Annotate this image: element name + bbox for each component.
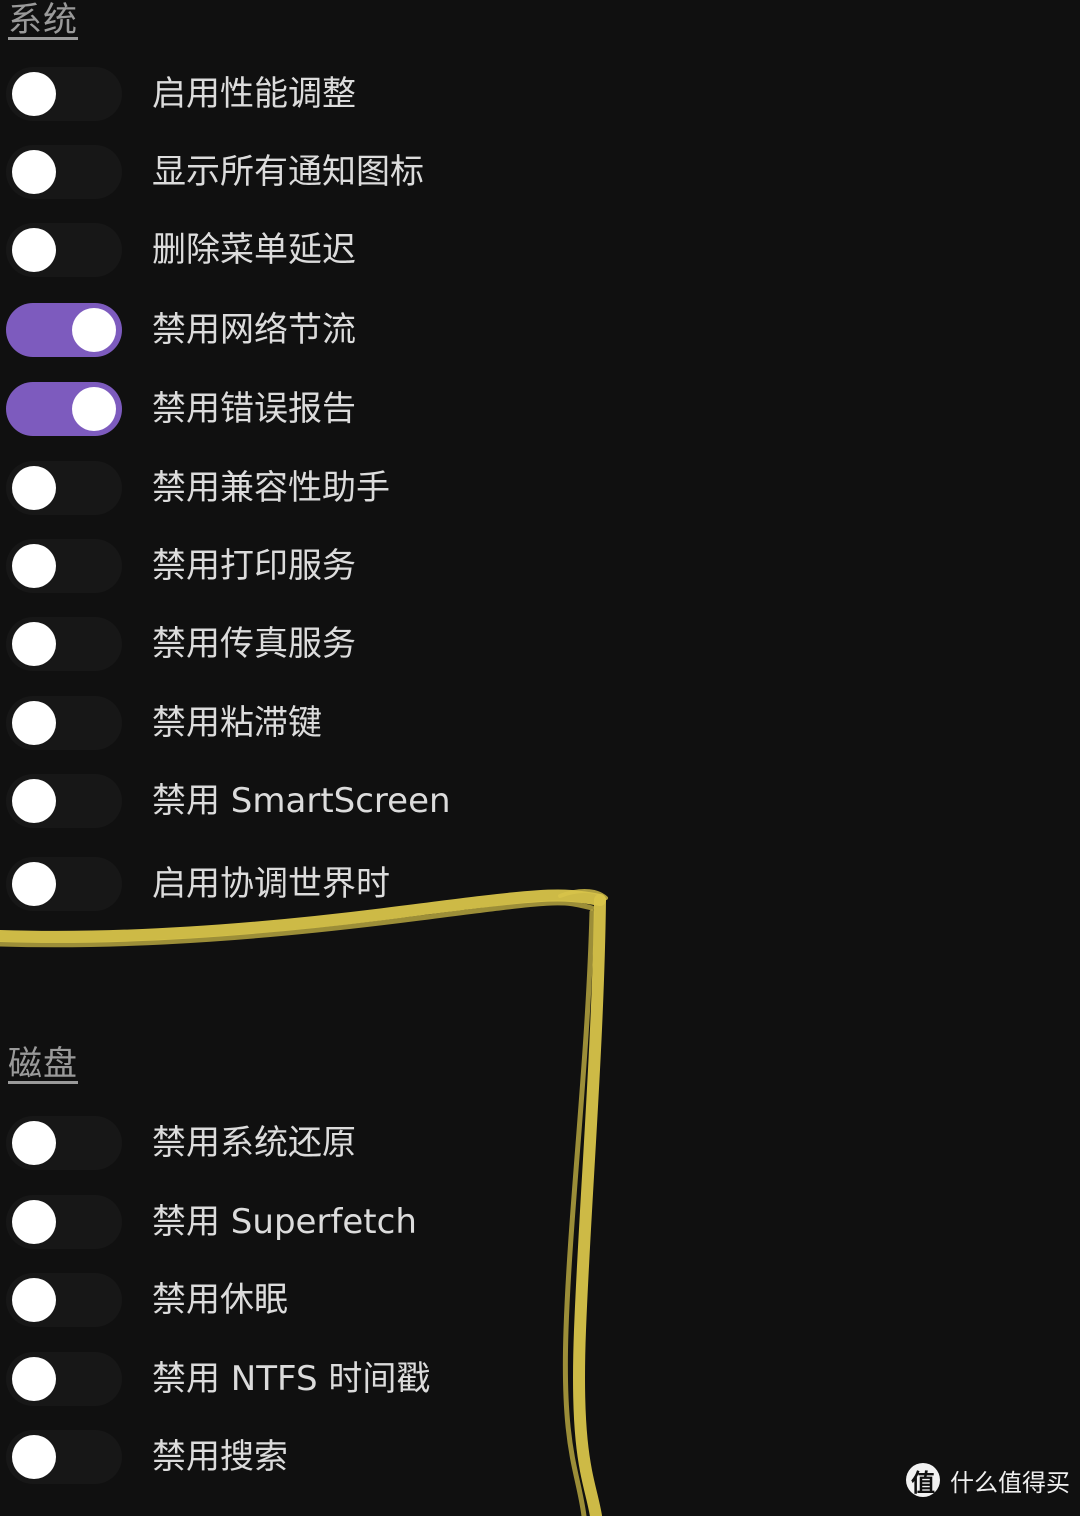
toggle-knob — [12, 1357, 56, 1401]
setting-row-disable-smartscreen: 禁用 SmartScreen — [0, 771, 600, 831]
toggle-disable-superfetch[interactable] — [6, 1195, 122, 1249]
section-title-disk: 磁盘 — [8, 1044, 78, 1084]
setting-label: 禁用 Superfetch — [152, 1202, 417, 1242]
toggle-enable-utc[interactable] — [6, 857, 122, 911]
toggle-knob — [12, 228, 56, 272]
setting-label: 禁用粘滞键 — [152, 703, 322, 743]
setting-row-disable-search: 禁用搜索 — [0, 1427, 600, 1487]
setting-label: 禁用网络节流 — [152, 310, 356, 350]
watermark-text: 什么值得买 — [950, 1468, 1070, 1497]
setting-label: 禁用系统还原 — [152, 1123, 356, 1163]
toggle-disable-print-service[interactable] — [6, 539, 122, 593]
toggle-knob — [12, 150, 56, 194]
setting-label: 显示所有通知图标 — [152, 152, 424, 192]
setting-label: 禁用兼容性助手 — [152, 468, 390, 508]
setting-label: 禁用 NTFS 时间戳 — [152, 1359, 431, 1399]
toggle-knob — [12, 701, 56, 745]
setting-label: 启用协调世界时 — [152, 864, 390, 904]
toggle-remove-menu-delay[interactable] — [6, 223, 122, 277]
setting-row-disable-ntfs-timestamp: 禁用 NTFS 时间戳 — [0, 1349, 600, 1409]
setting-row-disable-fax-service: 禁用传真服务 — [0, 614, 600, 674]
setting-row-disable-print-service: 禁用打印服务 — [0, 536, 600, 596]
setting-label: 禁用搜索 — [152, 1437, 288, 1477]
toggle-disable-hibernation[interactable] — [6, 1273, 122, 1327]
toggle-knob — [12, 862, 56, 906]
toggle-performance-tuning[interactable] — [6, 67, 122, 121]
section-title-system: 系统 — [8, 0, 78, 40]
toggle-knob — [72, 308, 116, 352]
setting-row-disable-error-reporting: 禁用错误报告 — [0, 379, 600, 439]
toggle-knob — [12, 544, 56, 588]
setting-label: 禁用休眠 — [152, 1280, 288, 1320]
toggle-disable-fax-service[interactable] — [6, 617, 122, 671]
setting-label: 禁用错误报告 — [152, 389, 356, 429]
watermark-logo-icon: 值 — [906, 1463, 940, 1497]
toggle-knob — [12, 1121, 56, 1165]
setting-row-remove-menu-delay: 删除菜单延迟 — [0, 220, 600, 280]
toggle-disable-ntfs-timestamp[interactable] — [6, 1352, 122, 1406]
setting-row-performance-tuning: 启用性能调整 — [0, 64, 600, 124]
toggle-knob — [12, 779, 56, 823]
setting-label: 禁用传真服务 — [152, 624, 356, 664]
setting-label: 删除菜单延迟 — [152, 230, 356, 270]
setting-row-disable-superfetch: 禁用 Superfetch — [0, 1192, 600, 1252]
setting-label: 禁用打印服务 — [152, 546, 356, 586]
toggle-knob — [12, 1200, 56, 1244]
setting-row-disable-compatibility-assistant: 禁用兼容性助手 — [0, 458, 600, 518]
toggle-disable-error-reporting[interactable] — [6, 382, 122, 436]
toggle-knob — [72, 387, 116, 431]
toggle-disable-system-restore[interactable] — [6, 1116, 122, 1170]
toggle-knob — [12, 1435, 56, 1479]
setting-label: 启用性能调整 — [152, 74, 356, 114]
watermark: 值 什么值得买 — [906, 1454, 1070, 1506]
setting-row-disable-system-restore: 禁用系统还原 — [0, 1113, 600, 1173]
toggle-knob — [12, 466, 56, 510]
toggle-knob — [12, 1278, 56, 1322]
setting-row-disable-network-throttling: 禁用网络节流 — [0, 300, 600, 360]
toggle-disable-compatibility-assistant[interactable] — [6, 461, 122, 515]
setting-row-enable-utc: 启用协调世界时 — [0, 854, 600, 914]
setting-row-disable-hibernation: 禁用休眠 — [0, 1270, 600, 1330]
toggle-knob — [12, 622, 56, 666]
setting-row-disable-sticky-keys: 禁用粘滞键 — [0, 693, 600, 753]
toggle-disable-smartscreen[interactable] — [6, 774, 122, 828]
toggle-show-all-notification-icons[interactable] — [6, 145, 122, 199]
toggle-disable-sticky-keys[interactable] — [6, 696, 122, 750]
setting-label: 禁用 SmartScreen — [152, 781, 451, 821]
toggle-disable-network-throttling[interactable] — [6, 303, 122, 357]
setting-row-show-all-notification-icons: 显示所有通知图标 — [0, 142, 600, 202]
toggle-disable-search[interactable] — [6, 1430, 122, 1484]
toggle-knob — [12, 72, 56, 116]
